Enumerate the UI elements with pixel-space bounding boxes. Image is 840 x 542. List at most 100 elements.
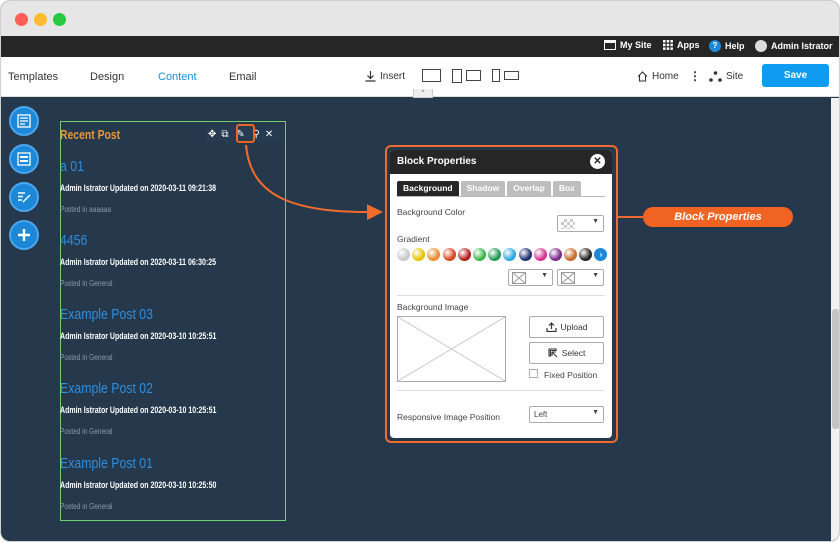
scrollbar-thumb[interactable] [832, 309, 839, 429]
mobile-landscape-view-icon[interactable] [504, 71, 519, 80]
gradient-swatch[interactable] [579, 248, 593, 261]
divider [397, 295, 605, 296]
browser-window: My Site Apps ? Help Admin Istrator Templ… [0, 0, 840, 542]
responsive-position-select[interactable]: Left ▼ [529, 406, 604, 423]
edit-text-icon [17, 192, 30, 203]
home-page-selector[interactable]: Home [637, 71, 679, 82]
select-label: Select [561, 348, 586, 358]
close-icon[interactable]: ✕ [265, 129, 273, 140]
user-name: Admin Istrator [771, 41, 833, 51]
tab-content[interactable]: Content [158, 71, 197, 83]
add-element-button[interactable] [9, 220, 39, 250]
post-title[interactable]: 4456 [60, 232, 245, 249]
post-category: Posted in General [60, 427, 113, 436]
window-titlebar [1, 1, 839, 36]
fixed-position-label: Fixed Position [544, 370, 598, 380]
move-icon[interactable]: ✥ [208, 129, 216, 140]
site-menu[interactable]: Site [709, 71, 743, 82]
save-button[interactable]: Save [762, 64, 829, 87]
image-placeholder [397, 316, 506, 382]
blocks-panel-button[interactable] [9, 144, 39, 174]
close-window-button[interactable] [15, 13, 28, 26]
download-icon [365, 71, 376, 82]
edit-content-button[interactable] [9, 182, 39, 212]
empty-image-icon [397, 316, 506, 382]
tab-box[interactable]: Box [552, 181, 581, 196]
collapse-toolbar-toggle[interactable]: ^ [413, 89, 433, 98]
top-admin-bar: My Site Apps ? Help Admin Istrator [1, 36, 839, 57]
gradient-swatch[interactable] [488, 248, 502, 261]
chevron-down-icon: ▼ [592, 272, 599, 279]
page-layout-icon [17, 114, 31, 128]
gradient-start-select[interactable]: ▼ [508, 269, 553, 286]
plus-icon [18, 229, 30, 241]
gradient-swatch[interactable] [412, 248, 426, 261]
gradient-swatch[interactable] [548, 248, 562, 261]
apps-link[interactable]: Apps [663, 40, 700, 50]
more-options-icon[interactable]: ⋮ [689, 69, 701, 83]
tablet-view-icon[interactable] [452, 69, 462, 83]
mobile-view-icon[interactable] [492, 69, 500, 82]
gradient-swatch[interactable] [457, 248, 471, 261]
gradient-swatch[interactable] [564, 248, 578, 261]
tablet-landscape-view-icon[interactable] [466, 70, 481, 81]
grid-icon [663, 40, 673, 50]
post-title[interactable]: a 01 [60, 158, 245, 175]
my-site-link[interactable]: My Site [604, 40, 652, 50]
home-label: Home [652, 71, 679, 82]
site-label: Site [726, 71, 744, 82]
post-meta: Admin Istrator Updated on 2020-03-10 10:… [60, 331, 217, 341]
gradient-swatch[interactable] [397, 248, 410, 261]
responsive-image-position-label: Responsive Image Position [397, 412, 501, 422]
duplicate-icon[interactable]: ⧉ [221, 129, 228, 140]
gradient-swatch[interactable] [503, 248, 517, 261]
chevron-down-icon: ▼ [592, 409, 599, 416]
maximize-window-button[interactable] [53, 13, 66, 26]
no-color-icon [561, 272, 575, 284]
chevron-down-icon: ▼ [541, 272, 548, 279]
post-meta: Admin Istrator Updated on 2020-03-11 06:… [60, 257, 217, 267]
tab-design[interactable]: Design [90, 71, 124, 83]
minimize-window-button[interactable] [34, 13, 47, 26]
upload-button[interactable]: Upload [529, 316, 604, 338]
home-icon [637, 71, 648, 82]
tab-shadow[interactable]: Shadow [460, 181, 506, 196]
post-category: Posted in General [60, 279, 113, 288]
next-swatches-icon[interactable]: › [594, 248, 608, 261]
dialog-close-button[interactable]: ✕ [590, 154, 605, 169]
post-title[interactable]: Example Post 02 [60, 380, 245, 397]
help-link[interactable]: ? Help [709, 40, 745, 52]
insert-button[interactable]: Insert [365, 71, 405, 82]
post-title[interactable]: Example Post 03 [60, 306, 245, 323]
tab-overlap[interactable]: Overlap [507, 181, 551, 196]
tab-background[interactable]: Background [397, 181, 459, 196]
gradient-swatch[interactable] [518, 248, 532, 261]
block-properties-dialog: Block Properties ✕ Background Shadow Ove… [390, 150, 612, 438]
no-color-icon [512, 272, 526, 284]
apps-label: Apps [677, 40, 700, 50]
gradient-swatch[interactable] [427, 248, 441, 261]
list-item: Example Post 02 Admin Istrator Updated o… [60, 380, 286, 436]
gradient-end-select[interactable]: ▼ [557, 269, 604, 286]
gradient-swatch[interactable] [442, 248, 456, 261]
background-color-select[interactable]: ▼ [557, 215, 604, 232]
fixed-position-checkbox[interactable] [529, 369, 538, 378]
sitemap-icon [709, 71, 722, 82]
post-category: Posted in aaaaaa [60, 205, 112, 214]
dialog-title: Block Properties [397, 156, 477, 167]
block-list-icon [17, 152, 31, 166]
post-title[interactable]: Example Post 01 [60, 455, 245, 472]
avatar [755, 40, 767, 52]
tab-email[interactable]: Email [229, 71, 257, 83]
insert-label: Insert [380, 71, 406, 82]
gradient-swatch[interactable] [533, 248, 547, 261]
user-menu[interactable]: Admin Istrator [755, 40, 833, 52]
browser-window-icon [604, 40, 616, 50]
gradient-swatch[interactable] [472, 248, 486, 261]
transparent-swatch [561, 219, 575, 229]
select-button[interactable]: Select [529, 342, 604, 364]
desktop-view-icon[interactable] [422, 69, 441, 82]
help-icon: ? [709, 40, 721, 52]
layout-panel-button[interactable] [9, 106, 39, 136]
tab-templates[interactable]: Templates [8, 71, 58, 83]
